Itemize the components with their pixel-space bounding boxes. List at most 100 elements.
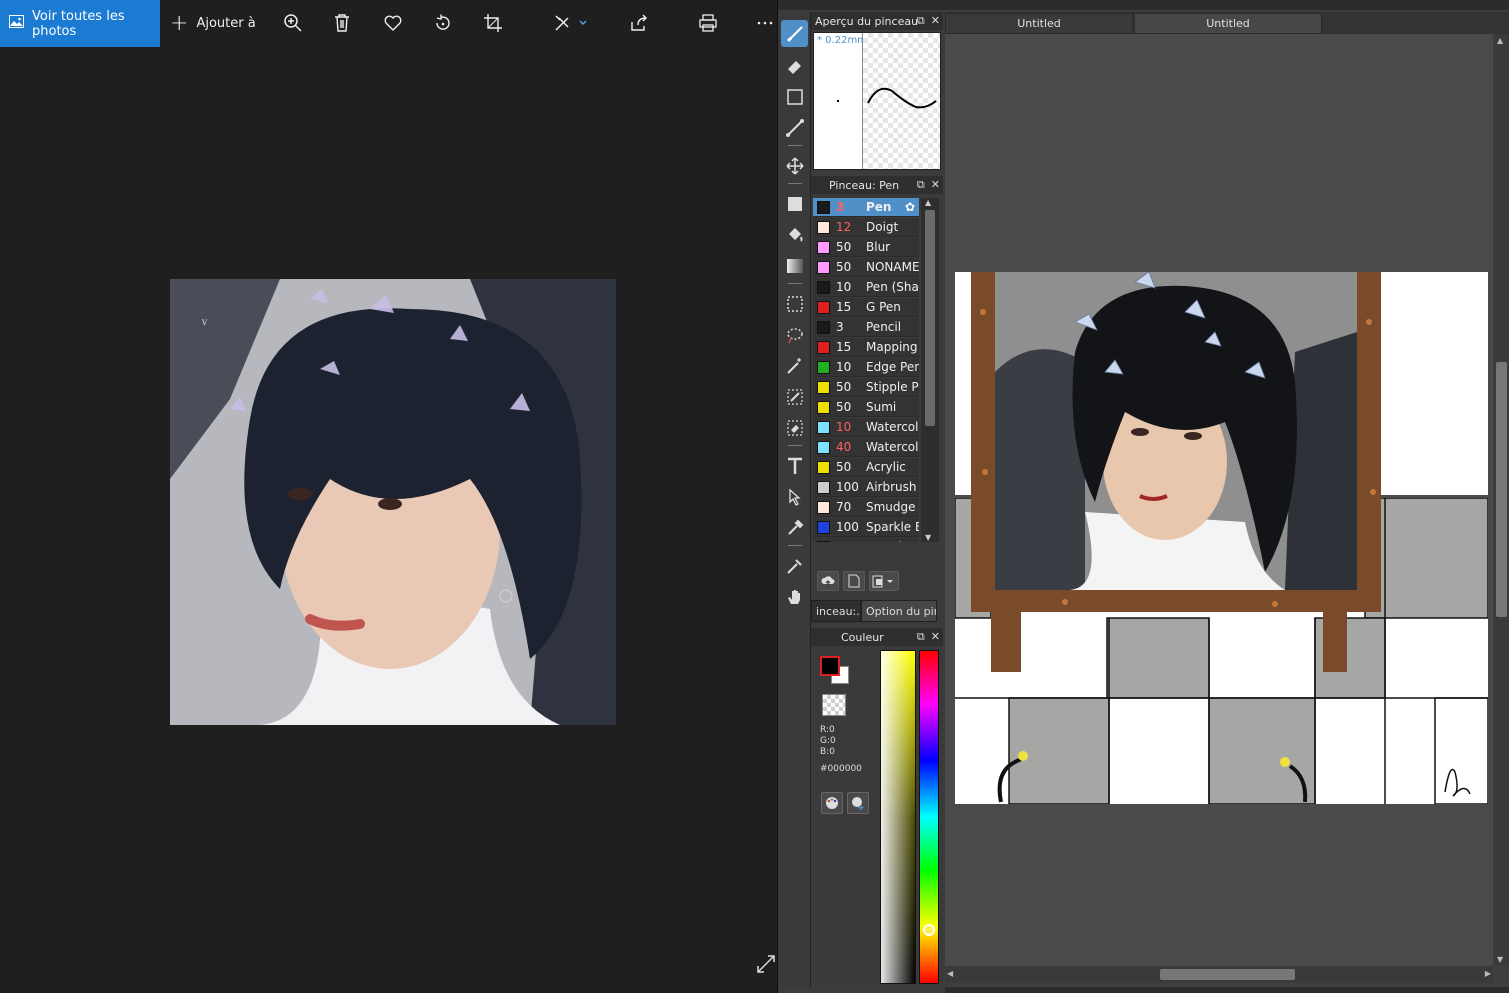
vertical-scroll-thumb[interactable]: [1496, 362, 1507, 617]
text-tool-icon[interactable]: [781, 452, 808, 479]
hue-slider-knob[interactable]: [923, 924, 935, 936]
brush-size: 50: [836, 240, 852, 254]
scroll-down-icon[interactable]: ▼: [925, 533, 931, 542]
close-icon[interactable]: ✕: [931, 178, 940, 192]
crop-icon[interactable]: [482, 12, 504, 34]
print-icon[interactable]: [697, 12, 719, 34]
color-saturation-picker[interactable]: [880, 650, 916, 984]
photos-app: Voir toutes les photos + Ajouter à V: [0, 0, 777, 993]
line-tool-icon[interactable]: [781, 114, 808, 141]
document-tab-active[interactable]: Untitled: [1134, 13, 1322, 34]
brush-item[interactable]: 10 Watercolo: [813, 418, 919, 437]
palette-icon[interactable]: [821, 792, 843, 814]
brush-item[interactable]: 3 Pencil: [813, 318, 919, 337]
dropper-tool-icon[interactable]: [781, 514, 808, 541]
brush-item[interactable]: 15 G Pen: [813, 298, 919, 317]
scroll-down-icon[interactable]: ▼: [1497, 955, 1503, 964]
brush-item[interactable]: 50 NONAME: [813, 258, 919, 277]
heart-icon[interactable]: [382, 12, 404, 34]
brush-color-swatch: [817, 520, 830, 534]
scroll-thumb[interactable]: [925, 210, 935, 426]
canvas-viewport[interactable]: [945, 34, 1493, 966]
hand-tool-icon[interactable]: [781, 583, 808, 610]
gradient-tool-icon[interactable]: [781, 252, 808, 279]
vertical-scrollbar[interactable]: ▲ ▼: [1493, 34, 1509, 966]
lasso-tool-icon[interactable]: [781, 321, 808, 348]
scroll-right-icon[interactable]: ▶: [1485, 969, 1491, 978]
brush-settings-icon[interactable]: ✿: [905, 200, 915, 214]
rotate-icon[interactable]: [432, 12, 454, 34]
select-eraser-tool-icon[interactable]: [781, 414, 808, 441]
photos-toolbar: Voir toutes les photos + Ajouter à: [0, 0, 777, 47]
brush-name: Acrylic: [866, 460, 906, 474]
brush-item[interactable]: 10 Pen (Sha: [813, 278, 919, 297]
scroll-up-icon[interactable]: ▲: [1497, 36, 1503, 45]
tab-brush-options[interactable]: Option du pin..: [861, 600, 937, 622]
document-tab[interactable]: Untitled: [945, 13, 1133, 34]
brush-size: 15: [836, 340, 852, 354]
brush-item[interactable]: 15 Mapping I: [813, 338, 919, 357]
close-icon[interactable]: ✕: [931, 14, 940, 28]
bucket-tool-icon[interactable]: [781, 221, 808, 248]
move-tool-icon[interactable]: [781, 152, 808, 179]
brush-item[interactable]: 100 Sparkle B: [813, 518, 919, 537]
expand-icon[interactable]: [754, 952, 778, 976]
delete-icon[interactable]: [331, 12, 353, 34]
brush-panel-tabs: inceau:. Option du pin..: [811, 600, 943, 624]
brush-color-swatch: [817, 220, 830, 234]
undock-icon[interactable]: ⧉: [917, 630, 925, 644]
rectangle-tool-icon[interactable]: [781, 83, 808, 110]
horizontal-scrollbar[interactable]: ◀ ▶: [945, 966, 1493, 983]
brush-color-swatch: [817, 260, 830, 274]
magic-wand-tool-icon[interactable]: [781, 352, 808, 379]
select-pen-tool-icon[interactable]: [781, 383, 808, 410]
brush-item[interactable]: 50 Blur: [813, 238, 919, 257]
brush-name: Pencil: [866, 320, 902, 334]
foreground-color-swatch[interactable]: [820, 656, 840, 676]
undock-icon[interactable]: ⧉: [917, 14, 925, 28]
brush-item-selected[interactable]: 3 Pen ✿: [813, 198, 919, 217]
brush-item[interactable]: 10 Edge Pen: [813, 358, 919, 377]
brush-color-swatch: [817, 280, 830, 294]
brush-size: 10: [836, 360, 852, 374]
brush-color-swatch: [817, 460, 830, 474]
brush-name: Airbrush: [866, 480, 917, 494]
scroll-left-icon[interactable]: ◀: [947, 969, 953, 978]
share-icon[interactable]: [628, 12, 650, 34]
edit-icon[interactable]: [553, 12, 589, 34]
brush-item[interactable]: 50 Acrylic: [813, 458, 919, 477]
brush-item[interactable]: 50 Stipple Pe: [813, 378, 919, 397]
brush-tool-icon[interactable]: [781, 20, 808, 47]
brush-menu-icon[interactable]: [869, 571, 899, 591]
zoom-in-icon[interactable]: [282, 12, 304, 34]
close-icon[interactable]: ✕: [931, 630, 940, 644]
brush-list-scrollbar[interactable]: ▲ ▼: [921, 198, 939, 542]
brush-item[interactable]: 70 Smudge: [813, 498, 919, 517]
brush-size: 50: [836, 460, 852, 474]
undock-icon[interactable]: ⧉: [917, 178, 925, 192]
eyedropper-tool-icon[interactable]: [781, 552, 808, 579]
brush-item[interactable]: 12 Doigt: [813, 218, 919, 237]
eraser-tool-icon[interactable]: [781, 52, 808, 79]
cloud-brush-icon[interactable]: [817, 571, 839, 591]
fill-rect-tool-icon[interactable]: [781, 190, 808, 217]
more-icon[interactable]: [754, 12, 776, 34]
horizontal-scroll-thumb[interactable]: [1160, 969, 1295, 980]
brush-size: 15: [836, 300, 852, 314]
view-all-photos-label: Voir toutes les photos: [32, 8, 125, 39]
add-to-button[interactable]: + Ajouter à: [170, 0, 256, 47]
view-all-photos-button[interactable]: Voir toutes les photos: [0, 0, 160, 47]
new-brush-icon[interactable]: [843, 571, 865, 591]
brush-item[interactable]: 50 Sumi: [813, 398, 919, 417]
brush-item[interactable]: 100 Airbrush: [813, 478, 919, 497]
scroll-up-icon[interactable]: ▲: [925, 198, 931, 207]
tab-brush[interactable]: inceau:.: [811, 600, 861, 622]
operation-tool-icon[interactable]: [781, 483, 808, 510]
brush-size: 50: [836, 380, 852, 394]
palette-add-icon[interactable]: [847, 792, 869, 814]
transparent-color-swatch[interactable]: [822, 694, 846, 716]
brush-item[interactable]: 10Rotation: [813, 538, 919, 542]
brush-item[interactable]: 40 Watercolo: [813, 438, 919, 457]
drawing-canvas[interactable]: [955, 272, 1488, 804]
select-tool-icon[interactable]: [781, 290, 808, 317]
